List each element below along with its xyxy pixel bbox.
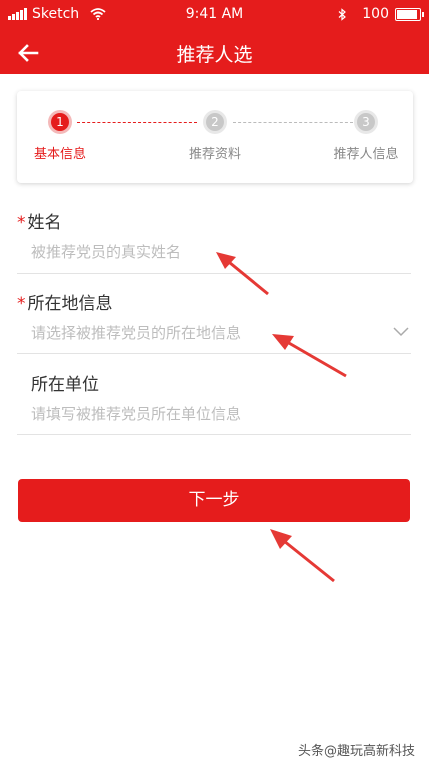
unit-label: 所在单位 xyxy=(31,375,99,395)
step-2: 2 推荐资料 xyxy=(165,113,265,162)
step-number: 1 xyxy=(51,113,69,131)
annotation-arrow-icon xyxy=(216,252,269,296)
battery-icon xyxy=(395,7,424,21)
name-label: * 姓名 xyxy=(17,213,62,233)
annotation-arrow-icon xyxy=(270,529,335,583)
chevron-down-icon[interactable] xyxy=(393,327,409,337)
next-step-button[interactable]: 下一步 xyxy=(18,479,410,522)
step-label: 推荐资料 xyxy=(188,147,241,162)
step-label: 基本信息 xyxy=(33,147,86,162)
bluetooth-icon xyxy=(338,7,347,21)
location-label: * 所在地信息 xyxy=(17,294,113,314)
unit-input[interactable]: 请填写被推荐党员所在单位信息 xyxy=(31,403,241,424)
annotation-arrow-icon xyxy=(272,334,347,378)
watermark: 头条@趣玩高新科技 xyxy=(297,744,415,759)
step-progress: 1 基本信息 2 推荐资料 3 推荐人信息 xyxy=(17,91,413,183)
step-label: 推荐人信息 xyxy=(333,147,399,162)
nav-bar: 推荐人选 xyxy=(0,30,429,74)
status-bar: Sketch 9:41 AM 100 xyxy=(0,0,429,30)
required-mark: * xyxy=(17,213,26,233)
step-number: 3 xyxy=(357,113,375,131)
step-1: 1 基本信息 xyxy=(10,113,110,162)
page-title: 推荐人选 xyxy=(176,44,253,66)
step-3: 3 推荐人信息 xyxy=(316,113,416,162)
location-select[interactable]: 请选择被推荐党员的所在地信息 xyxy=(31,322,241,343)
required-mark: * xyxy=(17,294,26,314)
battery-percent: 100 xyxy=(362,6,389,22)
step-number: 2 xyxy=(206,113,224,131)
name-input[interactable]: 被推荐党员的真实姓名 xyxy=(31,241,181,262)
